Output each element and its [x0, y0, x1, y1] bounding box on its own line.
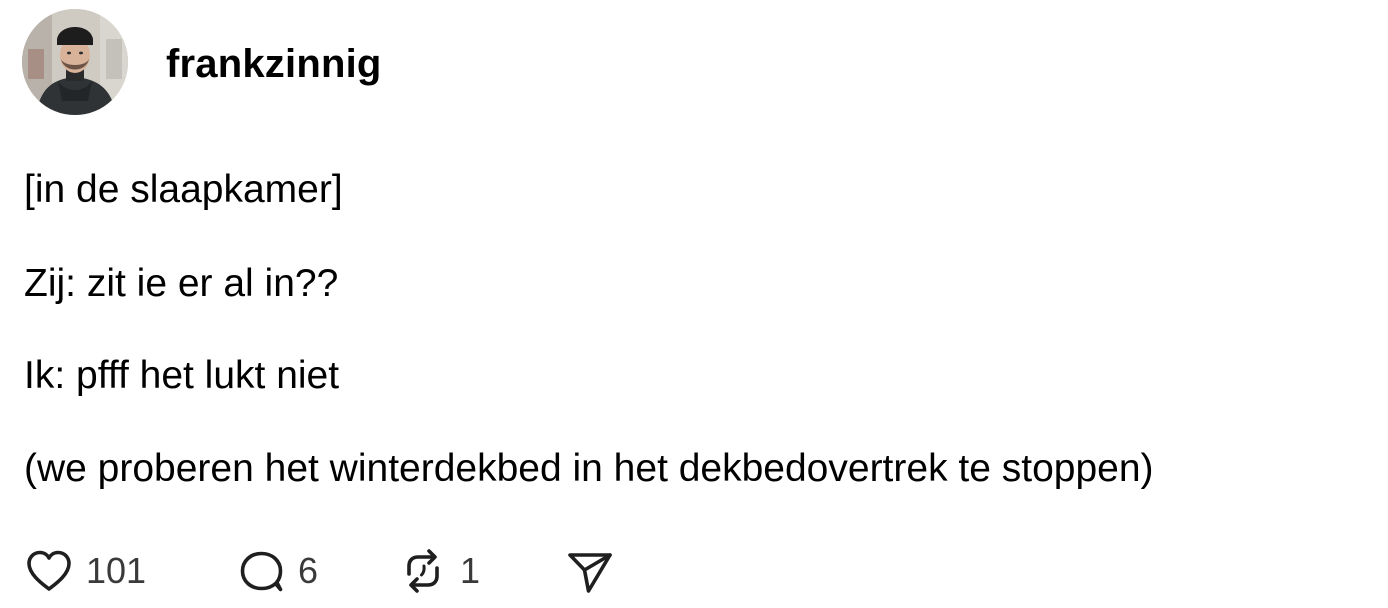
- heart-icon: [22, 544, 76, 598]
- post-text-line: Zij: zit ie er al in??: [24, 262, 339, 305]
- repost-button[interactable]: 1: [396, 544, 480, 598]
- reply-button[interactable]: 6: [234, 544, 318, 598]
- repost-count: 1: [460, 550, 481, 591]
- share-button[interactable]: [563, 544, 617, 598]
- avatar-photo-icon: [22, 9, 128, 115]
- like-button[interactable]: 101: [22, 544, 146, 598]
- post-actions-bar: 101 6 1: [22, 544, 722, 598]
- reply-count: 6: [298, 550, 319, 591]
- author-username[interactable]: frankzinnig: [166, 42, 382, 86]
- post-text-line: Ik: pfff het lukt niet: [24, 354, 340, 397]
- post-text-line: [in de slaapkamer]: [24, 168, 343, 211]
- repost-icon: [396, 544, 450, 598]
- like-count: 101: [86, 550, 147, 591]
- avatar[interactable]: [22, 9, 128, 115]
- send-icon: [563, 544, 617, 598]
- post-text-line: (we proberen het winterdekbed in het dek…: [24, 447, 1154, 490]
- speech-bubble-icon: [234, 544, 288, 598]
- thread-post: frankzinnig [in de slaapkamer] Zij: zit …: [0, 0, 1388, 608]
